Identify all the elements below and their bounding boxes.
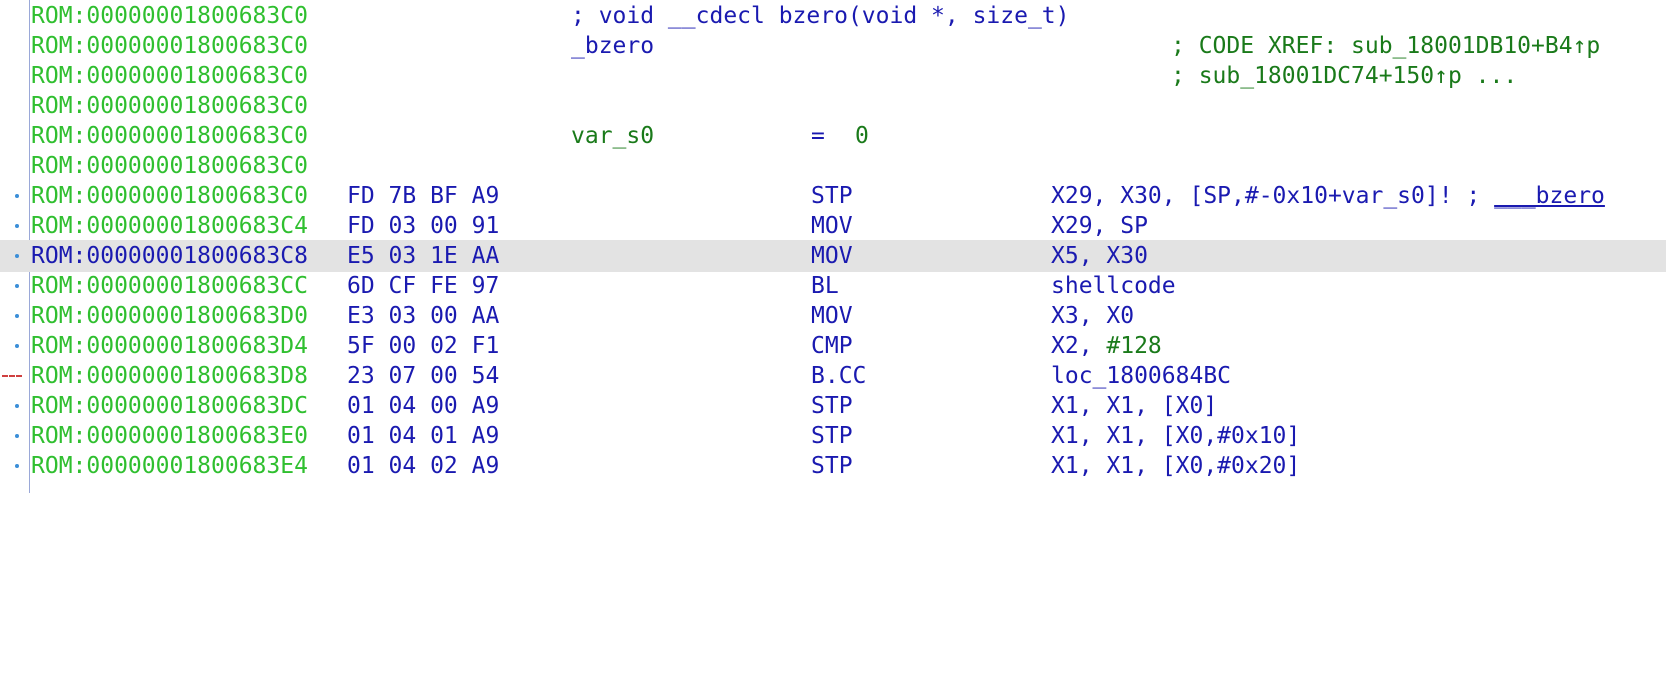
instruction-dot-icon [15,194,19,198]
address[interactable]: ROM:00000001800683C0 [31,0,308,32]
operands[interactable]: X29, SP [1051,210,1148,242]
selected-instruction-row[interactable]: ROM:00000001800683C8 E5 03 1E AA MOV X5,… [0,240,1666,272]
address[interactable]: ROM:00000001800683E0 [31,420,308,452]
address[interactable]: ROM:00000001800683E4 [31,450,308,482]
instruction-dot-icon [15,434,19,438]
listing-row[interactable]: ROM:00000001800683C0 _bzero ; CODE XREF:… [0,30,1666,62]
instruction-row[interactable]: ROM:00000001800683E4 01 04 02 A9 STP X1,… [0,450,1666,482]
instruction-dot-icon [15,224,19,228]
operand-registers[interactable]: X2, [1051,333,1106,359]
opcode-bytes: 6D CF FE 97 [347,273,500,299]
address[interactable]: ROM:00000001800683C0 [31,120,308,152]
mnemonic[interactable]: CMP [811,330,853,362]
branch-target-link[interactable]: loc_1800684BC [1051,360,1231,392]
comment-separator: ; [1452,183,1495,209]
opcode-bytes: 23 07 00 54 [347,363,500,389]
instruction-row[interactable]: ROM:00000001800683D0 E3 03 00 AA MOV X3,… [0,300,1666,332]
mnemonic[interactable]: STP [811,450,853,482]
operands[interactable]: X5, X30 [1051,240,1148,272]
instruction-row[interactable]: ROM:00000001800683C0 FD 7B BF A9 STP X29… [0,180,1666,212]
listing-row[interactable]: ROM:00000001800683C0 [0,90,1666,122]
equals-sign: = [811,123,825,149]
mnemonic[interactable]: BL [811,270,839,302]
address[interactable]: ROM:00000001800683D4 [31,330,308,362]
comment-symbol-link[interactable]: ___bzero [1494,183,1605,209]
address[interactable]: ROM:00000001800683C0 [31,180,308,212]
instruction-row[interactable]: ROM:00000001800683CC 6D CF FE 97 BL shel… [0,270,1666,302]
mnemonic[interactable]: MOV [811,300,853,332]
opcode-bytes: E3 03 00 AA [347,303,500,329]
stack-variable-offset: 0 [855,123,869,149]
operands[interactable]: X29, X30, [SP,#-0x10+var_s0]! ; ___bzero [1051,180,1605,212]
opcode-bytes: FD 7B BF A9 [347,183,500,209]
instruction-dot-icon [15,284,19,288]
instruction-row[interactable]: ROM:00000001800683D4 5F 00 02 F1 CMP X2,… [0,330,1666,362]
instruction-row[interactable]: ROM:00000001800683D8 23 07 00 54 B.CC lo… [0,360,1666,392]
address[interactable]: ROM:00000001800683C0 [31,90,308,122]
opcode-bytes: E5 03 1E AA [347,243,500,269]
mnemonic[interactable]: B.CC [811,360,866,392]
call-target-link[interactable]: shellcode [1051,270,1176,302]
operands[interactable]: X1, X1, [X0] [1051,390,1217,422]
address[interactable]: ROM:00000001800683C0 [31,30,308,62]
mnemonic[interactable]: MOV [811,210,853,242]
address[interactable]: ROM:00000001800683C0 [31,60,308,92]
instruction-row[interactable]: ROM:00000001800683DC 01 04 00 A9 STP X1,… [0,390,1666,422]
address[interactable]: ROM:00000001800683DC [31,390,308,422]
opcode-bytes: FD 03 00 91 [347,213,500,239]
stack-variable-name[interactable]: var_s0 [571,120,654,152]
mnemonic[interactable]: STP [811,390,853,422]
operands[interactable]: X1, X1, [X0,#0x10] [1051,420,1300,452]
instruction-dot-icon [15,464,19,468]
instruction-row[interactable]: ROM:00000001800683C4 FD 03 00 91 MOV X29… [0,210,1666,242]
operands[interactable]: X1, X1, [X0,#0x20] [1051,450,1300,482]
opcode-bytes: 01 04 01 A9 [347,423,500,449]
function-label[interactable]: _bzero [571,30,654,62]
opcode-bytes: 5F 00 02 F1 [347,333,500,359]
listing-row[interactable]: ROM:00000001800683C0 [0,150,1666,182]
address[interactable]: ROM:00000001800683C0 [31,150,308,182]
listing-row[interactable]: ROM:00000001800683C0 ; void __cdecl bzer… [0,0,1666,32]
immediate-value[interactable]: #128 [1106,333,1161,359]
operands[interactable]: X2, #128 [1051,330,1162,362]
operand-text[interactable]: X29, X30, [SP,#-0x10+var_s0]! [1051,183,1453,209]
instruction-row[interactable]: ROM:00000001800683E0 01 04 01 A9 STP X1,… [0,420,1666,452]
xref-comment[interactable]: ; CODE XREF: sub_18001DB10+B4↑p [1171,30,1600,62]
mnemonic[interactable]: MOV [811,240,853,272]
listing-row[interactable]: ROM:00000001800683C0 var_s0 = 0 [0,120,1666,152]
mnemonic[interactable]: STP [811,420,853,452]
instruction-dot-icon [15,344,19,348]
operands[interactable]: X3, X0 [1051,300,1134,332]
opcode-bytes: 01 04 02 A9 [347,453,500,479]
function-prototype-comment: ; void __cdecl bzero(void *, size_t) [571,3,1070,29]
xref-comment[interactable]: ; sub_18001DC74+150↑p ... [1171,60,1517,92]
mnemonic[interactable]: STP [811,180,853,212]
instruction-dot-icon [15,404,19,408]
address[interactable]: ROM:00000001800683C8 [31,240,308,272]
disassembly-listing[interactable]: ROM:00000001800683C0 ; void __cdecl bzer… [0,0,1666,493]
address[interactable]: ROM:00000001800683CC [31,270,308,302]
listing-row[interactable]: ROM:00000001800683C0 ; sub_18001DC74+150… [0,60,1666,92]
address[interactable]: ROM:00000001800683C4 [31,210,308,242]
instruction-dot-icon [15,254,19,258]
opcode-bytes: 01 04 00 A9 [347,393,500,419]
address[interactable]: ROM:00000001800683D8 [31,360,308,392]
address[interactable]: ROM:00000001800683D0 [31,300,308,332]
branch-arrow-icon [2,375,22,377]
instruction-dot-icon [15,314,19,318]
